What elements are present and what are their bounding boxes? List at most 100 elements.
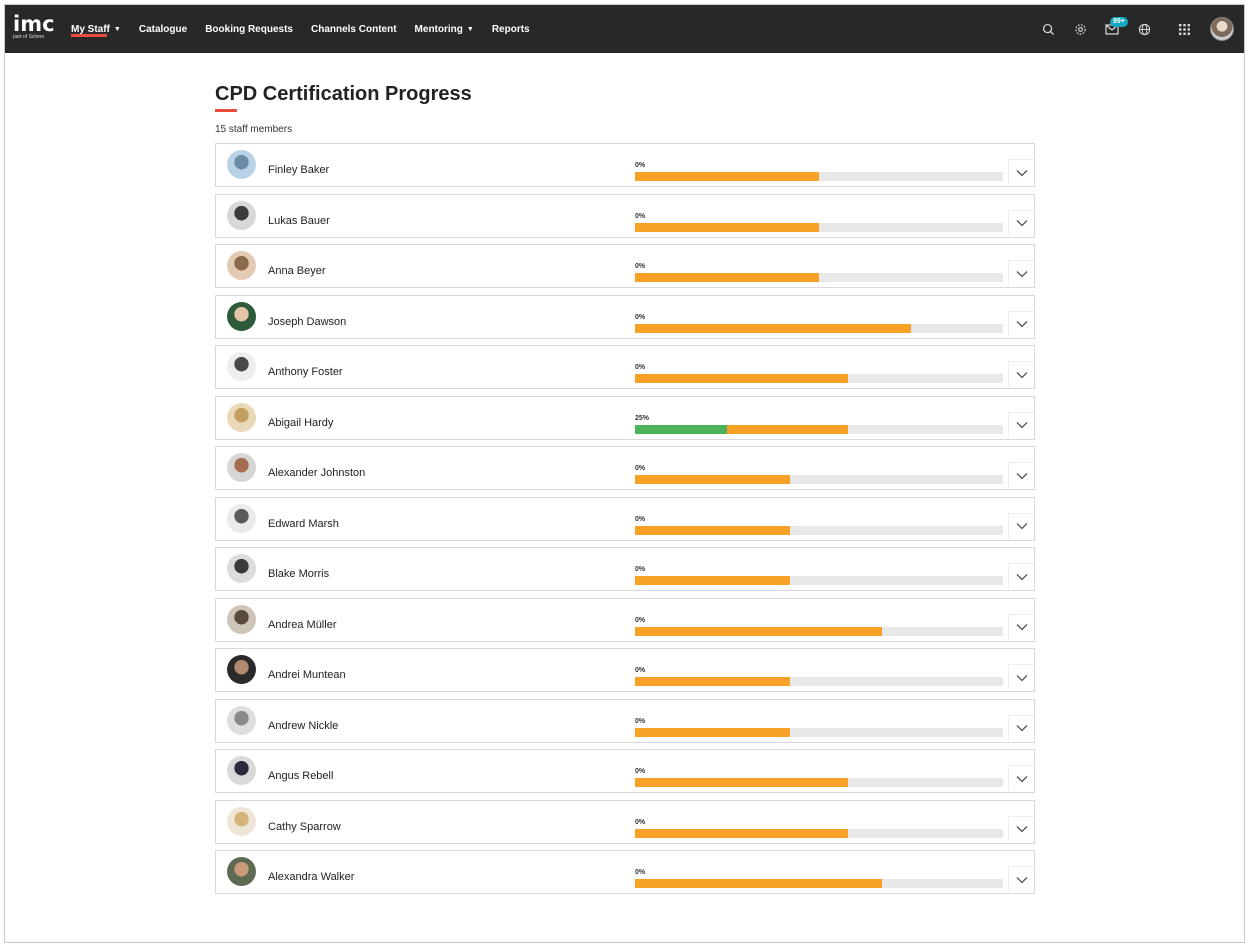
- staff-row[interactable]: Abigail Hardy 25%: [215, 395, 1035, 440]
- settings-icon[interactable]: [1066, 15, 1094, 43]
- progress-percent: 0%: [635, 364, 646, 371]
- staff-row[interactable]: Alexander Johnston 0%: [215, 446, 1035, 490]
- progress-bar-required: [635, 727, 790, 737]
- progress-bar: [635, 677, 1003, 686]
- chevron-down-icon: [1016, 220, 1027, 227]
- expand-row-button[interactable]: [1008, 209, 1034, 236]
- expand-row-button[interactable]: [1008, 714, 1034, 741]
- apps-grid-icon[interactable]: [1170, 15, 1198, 43]
- staff-row[interactable]: Andrea Müller 0%: [215, 597, 1035, 642]
- imc-logo[interactable]: imc part of Scheer: [13, 12, 55, 44]
- app-window: imc part of Scheer My Staff ▼ Catalogue …: [4, 4, 1245, 943]
- chevron-down-icon: [1016, 725, 1027, 732]
- staff-row[interactable]: Andrew Nickle 0%: [215, 698, 1035, 743]
- progress-bar: [635, 222, 1003, 232]
- staff-row[interactable]: Andrei Muntean 0%: [215, 648, 1035, 692]
- progress-bar-required: [635, 879, 882, 888]
- progress-percent: 0%: [635, 566, 646, 573]
- nav-catalogue-label: Catalogue: [138, 23, 188, 35]
- expand-row-button[interactable]: [1008, 462, 1034, 488]
- avatar: [227, 251, 256, 280]
- nav-channels-content-label: Channels Content: [310, 23, 397, 35]
- nav-channels-content[interactable]: Channels Content: [311, 5, 397, 53]
- staff-name: Anna Beyer: [268, 265, 326, 277]
- expand-row-button[interactable]: [1008, 765, 1034, 791]
- user-avatar[interactable]: [1210, 17, 1234, 41]
- nav-reports[interactable]: Reports: [492, 5, 530, 53]
- progress-bar: [635, 727, 1003, 737]
- chevron-down-icon: [1016, 876, 1027, 883]
- page-title: CPD Certification Progress: [215, 83, 472, 105]
- logo-text: imc: [13, 12, 55, 36]
- chevron-down-icon: [1016, 826, 1027, 833]
- chevron-down-icon: [1016, 573, 1027, 580]
- staff-row[interactable]: Anthony Foster 0%: [215, 345, 1035, 389]
- staff-name: Edward Marsh: [268, 517, 339, 530]
- avatar: [227, 806, 256, 836]
- progress-percent: 25%: [635, 414, 650, 422]
- progress-percent: 0%: [635, 818, 646, 826]
- top-navigation-bar: imc part of Scheer My Staff ▼ Catalogue …: [5, 5, 1244, 53]
- avatar: [227, 756, 256, 785]
- globe-icon[interactable]: [1130, 15, 1158, 43]
- avatar: [227, 301, 256, 331]
- staff-row[interactable]: Blake Morris 0%: [215, 547, 1035, 591]
- staff-name: Finley Baker: [268, 164, 330, 176]
- progress-bar-required: [635, 677, 790, 686]
- expand-row-button[interactable]: [1008, 815, 1034, 842]
- progress-bar: [635, 828, 1003, 838]
- expand-row-button[interactable]: [1008, 613, 1034, 640]
- expand-row-button[interactable]: [1008, 361, 1034, 387]
- avatar: [227, 604, 256, 634]
- progress-bar: [635, 172, 1003, 181]
- avatar: [227, 503, 256, 533]
- staff-row[interactable]: Anna Beyer 0%: [215, 244, 1035, 288]
- nav-my-staff-label: My Staff: [71, 23, 110, 35]
- search-icon[interactable]: [1034, 15, 1062, 43]
- staff-name: Angus Rebell: [268, 770, 334, 782]
- staff-row[interactable]: Edward Marsh 0%: [215, 496, 1035, 541]
- chevron-down-icon: [1016, 169, 1027, 176]
- progress-percent: 0%: [635, 465, 646, 472]
- progress-percent: 0%: [635, 869, 646, 876]
- nav-my-staff[interactable]: My Staff ▼: [71, 5, 121, 53]
- progress-bar: [635, 475, 1003, 484]
- nav-booking-requests-label: Booking Requests: [205, 23, 293, 35]
- progress-bar: [635, 879, 1003, 888]
- progress-percent: 0%: [635, 616, 646, 624]
- mail-icon[interactable]: 99+: [1098, 15, 1128, 43]
- expand-row-button[interactable]: [1008, 866, 1034, 892]
- nav-booking-requests[interactable]: Booking Requests: [205, 5, 293, 53]
- staff-row[interactable]: Lukas Bauer 0%: [215, 193, 1035, 238]
- expand-row-button[interactable]: [1008, 310, 1034, 337]
- progress-bar-required: [635, 475, 790, 484]
- avatar: [227, 200, 256, 230]
- avatar: [227, 352, 256, 381]
- expand-row-button[interactable]: [1008, 260, 1034, 286]
- staff-row[interactable]: Joseph Dawson 0%: [215, 294, 1035, 339]
- progress-bar: [635, 525, 1003, 535]
- progress-bar-required: [635, 778, 848, 787]
- staff-row[interactable]: Alexandra Walker 0%: [215, 850, 1035, 894]
- progress-percent: 0%: [635, 212, 646, 220]
- header-actions: 99+: [1030, 5, 1234, 53]
- expand-row-button[interactable]: [1008, 512, 1034, 539]
- progress-bar-required: [635, 172, 819, 181]
- staff-row[interactable]: Finley Baker 0%: [215, 143, 1035, 187]
- chevron-down-icon: [1016, 624, 1027, 631]
- expand-row-button[interactable]: [1008, 664, 1034, 690]
- nav-mentoring[interactable]: Mentoring ▼: [415, 5, 474, 53]
- progress-bar: [635, 778, 1003, 787]
- expand-row-button[interactable]: [1008, 159, 1034, 185]
- expand-row-button[interactable]: [1008, 563, 1034, 589]
- chevron-down-icon: ▼: [466, 25, 474, 33]
- staff-name: Alexander Johnston: [268, 467, 366, 479]
- nav-catalogue[interactable]: Catalogue: [139, 5, 187, 53]
- chevron-down-icon: [1016, 775, 1027, 782]
- staff-row[interactable]: Angus Rebell 0%: [215, 749, 1035, 793]
- staff-row[interactable]: Cathy Sparrow 0%: [215, 799, 1035, 844]
- progress-percent: 0%: [635, 667, 646, 674]
- progress-percent: 0%: [635, 162, 646, 169]
- expand-row-button[interactable]: [1008, 411, 1034, 438]
- chevron-down-icon: ▼: [113, 25, 121, 33]
